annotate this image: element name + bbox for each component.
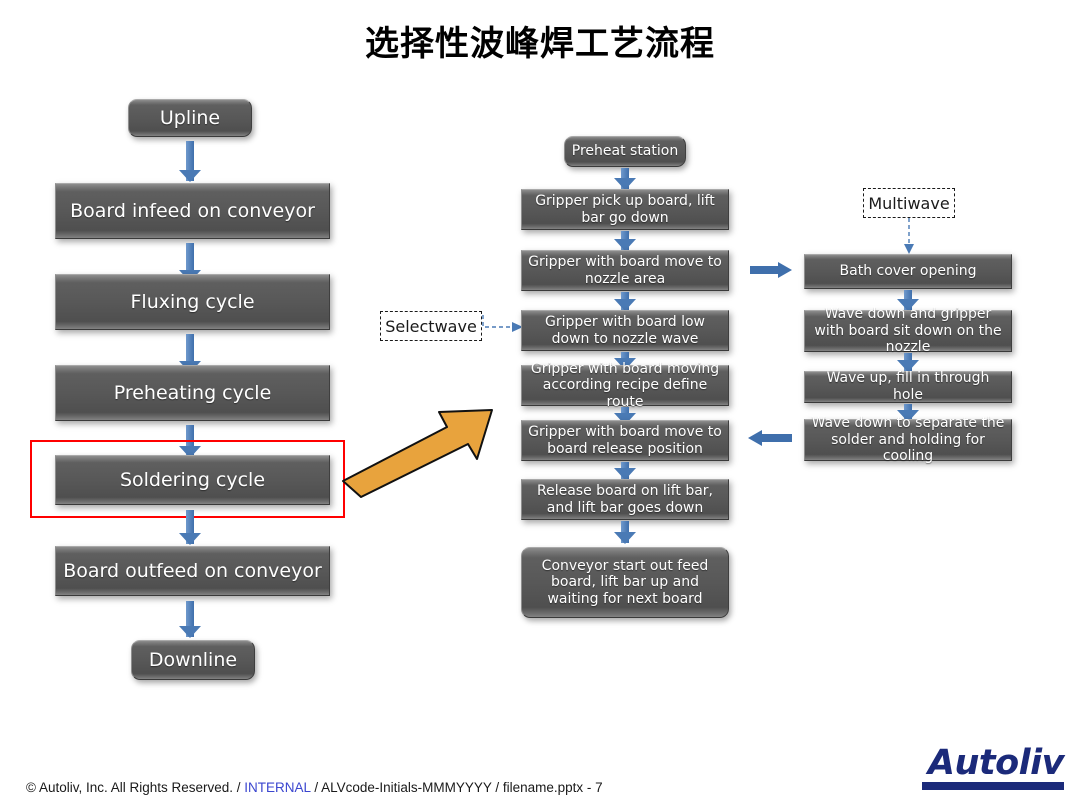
- left-arrow-6: [179, 601, 201, 638]
- left-step-board-outfeed-label: Board outfeed on conveyor: [63, 559, 322, 582]
- selectwave-callout-label: Selectwave: [385, 316, 477, 336]
- mid-step-preheat-station-label: Preheat station: [571, 143, 679, 160]
- left-step-soldering-cycle[interactable]: Soldering cycle: [55, 455, 330, 505]
- mid-step-moving-recipe-route-label: Gripper with board moving according reci…: [530, 360, 720, 410]
- arrow-head-down-icon: [179, 170, 201, 182]
- mid-step-preheat-station[interactable]: Preheat station: [564, 136, 686, 167]
- mid-arrow-6: [614, 462, 636, 480]
- left-step-board-outfeed[interactable]: Board outfeed on conveyor: [55, 546, 330, 596]
- left-step-upline[interactable]: Upline: [128, 99, 252, 137]
- footer-internal-tag: INTERNAL: [244, 780, 311, 795]
- mid-step-low-down-to-nozzle-wave-label: Gripper with board low down to nozzle wa…: [544, 313, 706, 347]
- mid-arrow-3: [614, 292, 636, 311]
- left-step-board-infeed[interactable]: Board infeed on conveyor: [55, 183, 330, 239]
- left-step-downline-label: Downline: [148, 648, 238, 671]
- right-step-bath-cover-opening[interactable]: Bath cover opening: [804, 254, 1012, 289]
- left-step-preheating-cycle-label: Preheating cycle: [113, 381, 272, 404]
- connector-arrow-to-middle-flow: [748, 430, 792, 446]
- right-step-bath-cover-opening-label: Bath cover opening: [839, 263, 977, 280]
- mid-step-gripper-pickup[interactable]: Gripper pick up board, lift bar go down: [521, 189, 729, 230]
- right-arrow-2: [897, 353, 919, 372]
- mid-arrow-1: [614, 168, 636, 190]
- right-step-wave-down-separate-solder-label: Wave down to separate the solder and hol…: [811, 415, 1005, 465]
- autoliv-logo-bar: [922, 782, 1064, 790]
- mid-step-release-board-label: Release board on lift bar, and lift bar …: [537, 482, 713, 516]
- arrow-shaft: [750, 266, 779, 274]
- selectwave-callout[interactable]: Selectwave: [380, 311, 482, 341]
- mid-step-move-to-nozzle-area-label: Gripper with board move to nozzle area: [528, 253, 722, 287]
- left-step-downline[interactable]: Downline: [131, 640, 255, 680]
- left-step-fluxing-cycle-label: Fluxing cycle: [130, 290, 255, 313]
- mid-arrow-2: [614, 231, 636, 251]
- footer-prefix: © Autoliv, Inc. All Rights Reserved. /: [26, 780, 245, 795]
- mid-step-conveyor-out-feed-label: Conveyor start out feed board, lift bar …: [541, 557, 709, 607]
- multiwave-dashed-connector: [904, 218, 914, 254]
- arrow-head-left-icon: [748, 430, 762, 446]
- footer-suffix: / ALVcode-Initials-MMMYYYY / filename.pp…: [310, 780, 603, 795]
- arrow-head-down-icon: [179, 533, 201, 545]
- orange-emphasis-arrow-icon: [342, 409, 493, 498]
- mid-step-release-board[interactable]: Release board on lift bar, and lift bar …: [521, 479, 729, 520]
- left-arrow-5: [179, 510, 201, 545]
- multiwave-callout-label: Multiwave: [868, 193, 950, 213]
- right-step-wave-down-separate-solder[interactable]: Wave down to separate the solder and hol…: [804, 415, 1012, 464]
- connector-arrow-to-right-flow: [750, 262, 792, 278]
- footer-copyright: © Autoliv, Inc. All Rights Reserved. / I…: [26, 780, 603, 795]
- mid-step-move-to-release-position[interactable]: Gripper with board move to board release…: [521, 420, 729, 461]
- mid-step-gripper-pickup-label: Gripper pick up board, lift bar go down: [535, 192, 715, 226]
- left-step-soldering-cycle-label: Soldering cycle: [119, 468, 266, 491]
- mid-step-move-to-release-position-label: Gripper with board move to board release…: [528, 423, 722, 457]
- multiwave-callout[interactable]: Multiwave: [863, 188, 955, 218]
- autoliv-wordmark: Autoliv: [927, 742, 1065, 783]
- page-title: 选择性波峰焊工艺流程: [365, 24, 715, 64]
- left-step-upline-label: Upline: [159, 106, 221, 129]
- arrow-head-down-icon: [179, 626, 201, 638]
- mid-step-move-to-nozzle-area[interactable]: Gripper with board move to nozzle area: [521, 250, 729, 291]
- left-step-preheating-cycle[interactable]: Preheating cycle: [55, 365, 330, 421]
- mid-step-low-down-to-nozzle-wave[interactable]: Gripper with board low down to nozzle wa…: [521, 310, 729, 351]
- left-step-board-infeed-label: Board infeed on conveyor: [70, 199, 315, 222]
- right-step-wave-up-fill-hole[interactable]: Wave up, fill in through hole: [804, 370, 1012, 403]
- arrow-head-right-icon: [778, 262, 792, 278]
- left-step-fluxing-cycle[interactable]: Fluxing cycle: [55, 274, 330, 330]
- right-step-wave-up-fill-hole-label: Wave up, fill in through hole: [826, 370, 990, 403]
- left-arrow-1: [179, 141, 201, 182]
- right-step-wave-down-sit-nozzle[interactable]: Wave down and gripper with board sit dow…: [804, 306, 1012, 355]
- mid-step-conveyor-out-feed[interactable]: Conveyor start out feed board, lift bar …: [521, 547, 729, 618]
- autoliv-logo: Autoliv: [922, 742, 1065, 790]
- right-step-wave-down-sit-nozzle-label: Wave down and gripper with board sit dow…: [814, 306, 1002, 356]
- selectwave-dashed-connector: [482, 315, 523, 332]
- arrow-shaft: [761, 434, 792, 442]
- mid-arrow-7: [614, 521, 636, 544]
- mid-step-moving-recipe-route[interactable]: Gripper with board moving according reci…: [521, 361, 729, 410]
- arrow-head-down-icon: [614, 532, 636, 544]
